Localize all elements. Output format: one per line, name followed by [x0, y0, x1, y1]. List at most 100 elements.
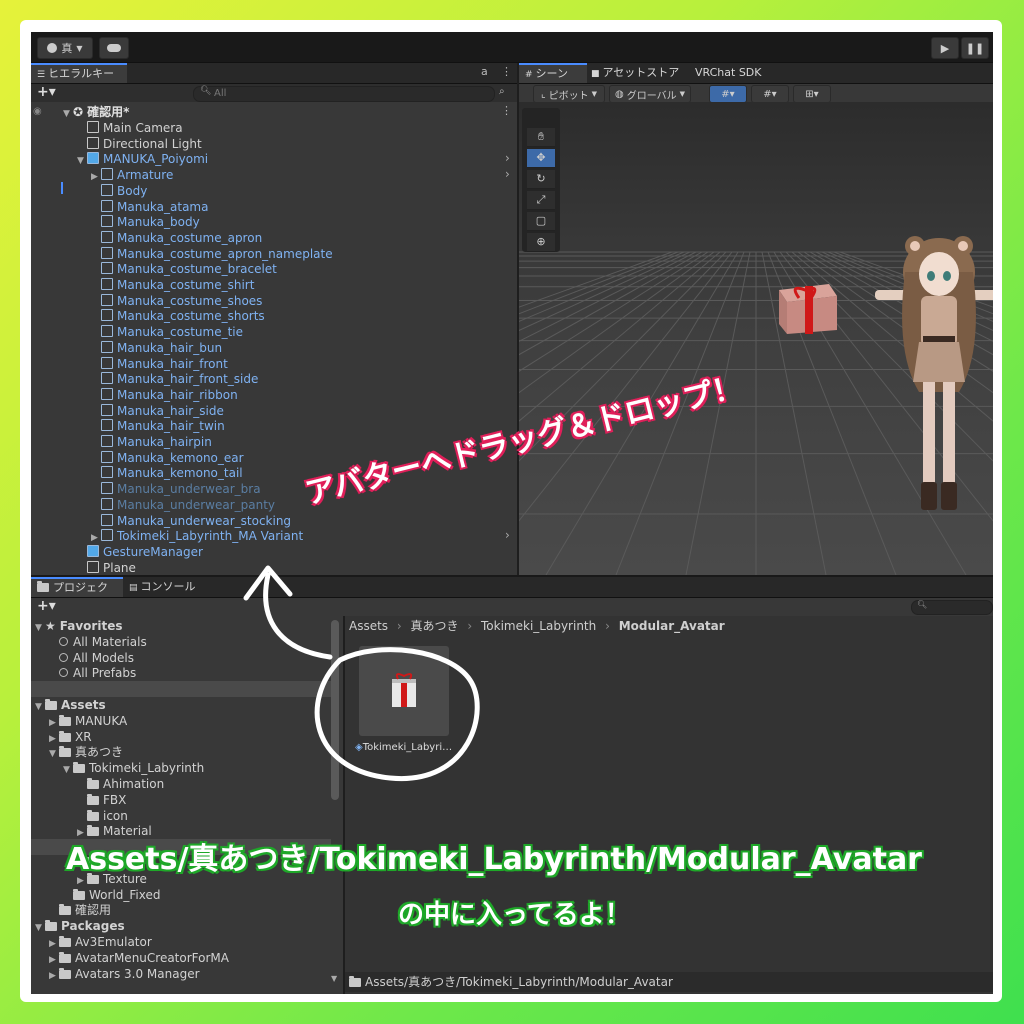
scene-menu-icon[interactable]: ⋮: [501, 104, 512, 117]
hierarchy-row[interactable]: GestureManager: [77, 544, 203, 560]
hierarchy-row[interactable]: Manuka_body: [91, 214, 200, 230]
hierarchy-row[interactable]: Manuka_costume_apron: [91, 230, 262, 246]
hierarchy-row[interactable]: ▶ Armature: [91, 167, 173, 183]
scroll-down-icon[interactable]: ▼: [331, 974, 337, 983]
lock-icon[interactable]: a: [481, 65, 488, 78]
breadcrumb-item[interactable]: Tokimeki_Labyrinth: [481, 619, 596, 633]
tree-item[interactable]: icon: [77, 808, 128, 824]
tree-item[interactable]: ▼ ★ Favorites: [35, 618, 122, 634]
kebab-menu-icon[interactable]: ⋮: [501, 65, 512, 78]
tree-item[interactable]: ▼ Packages: [35, 918, 125, 934]
increment-snap-button[interactable]: #▾: [751, 85, 789, 103]
hierarchy-row[interactable]: Manuka_costume_shirt: [91, 277, 254, 293]
tab-scene[interactable]: # シーン: [519, 63, 587, 83]
tab-console[interactable]: ▤ コンソール: [123, 577, 202, 597]
ruler-button[interactable]: ⊞▾: [793, 85, 831, 103]
tree-item[interactable]: FBX: [77, 792, 126, 808]
project-search-input[interactable]: 🔍︎: [911, 600, 993, 615]
hierarchy-row[interactable]: Manuka_hair_front: [91, 356, 228, 372]
rect-tool-button[interactable]: ▢: [527, 212, 555, 231]
tree-item[interactable]: ▶ XR: [49, 729, 92, 745]
tree-item[interactable]: All Materials: [49, 634, 147, 650]
tree-row-selected[interactable]: [31, 681, 331, 698]
tab-hierarchy[interactable]: ☰ ヒエラルキー: [31, 63, 127, 83]
tree-scrollbar[interactable]: [331, 620, 339, 800]
hierarchy-row[interactable]: Manuka_hair_side: [91, 403, 224, 419]
rotate-tool-button[interactable]: ↻: [527, 170, 555, 189]
avatar-model[interactable]: [869, 232, 993, 532]
create-button[interactable]: +▾: [37, 598, 56, 614]
hierarchy-row[interactable]: Manuka_underwear_panty: [91, 497, 275, 513]
tab-vrchat-sdk[interactable]: VRChat SDK: [689, 63, 768, 83]
chevron-right-icon[interactable]: ›: [505, 151, 510, 165]
move-tool-button[interactable]: ✥: [527, 149, 555, 168]
cloud-button[interactable]: [99, 37, 129, 59]
scene-root-row[interactable]: ▼ ✪ 確認用*: [63, 104, 129, 120]
expand-right-icon[interactable]: ▶: [49, 968, 59, 984]
gift-box-object[interactable]: [769, 272, 849, 342]
grid-snap-button[interactable]: #▾: [709, 85, 747, 103]
hierarchy-row[interactable]: ▶ Tokimeki_Labyrinth_MA Variant: [91, 528, 303, 544]
expand-down-icon[interactable]: ▼: [35, 620, 45, 636]
hierarchy-row[interactable]: Manuka_underwear_stocking: [91, 513, 291, 529]
expand-down-icon[interactable]: ▼: [35, 920, 45, 936]
breadcrumb-item[interactable]: Assets: [349, 619, 388, 633]
prefab-asset-tile[interactable]: [359, 646, 449, 736]
hierarchy-row[interactable]: Manuka_hairpin: [91, 434, 212, 450]
hierarchy-row[interactable]: Manuka_costume_bracelet: [91, 261, 277, 277]
hierarchy-row[interactable]: Manuka_costume_tie: [91, 324, 243, 340]
hierarchy-row[interactable]: Main Camera: [77, 120, 183, 136]
chevron-right-icon[interactable]: ›: [505, 167, 510, 181]
tree-item[interactable]: ▶ AvatarMenuCreatorForMA: [49, 950, 229, 966]
hierarchy-row[interactable]: Manuka_atama: [91, 199, 208, 215]
scene-view[interactable]: ✋︎ ✥ ↻ ⤢ ▢ ⊕: [519, 102, 993, 575]
chevron-right-icon[interactable]: ›: [505, 528, 510, 542]
transform-tool-button[interactable]: ⊕: [527, 233, 555, 252]
hierarchy-row[interactable]: Manuka_hair_ribbon: [91, 387, 238, 403]
hierarchy-row[interactable]: Manuka_costume_shorts: [91, 308, 265, 324]
tab-project[interactable]: プロジェクト: [31, 577, 123, 612]
tree-item[interactable]: World_Fixed: [63, 887, 160, 903]
hierarchy-row[interactable]: Manuka_kemono_ear: [91, 450, 244, 466]
global-dropdown[interactable]: ◍ グローバル ▼: [609, 85, 691, 103]
tree-item[interactable]: Ahimation: [77, 776, 164, 792]
hierarchy-row[interactable]: ▼ MANUKA_Poiyomi: [77, 151, 208, 167]
scale-tool-button[interactable]: ⤢: [527, 191, 555, 210]
breadcrumb-item-current[interactable]: Modular_Avatar: [619, 619, 725, 633]
tree-item[interactable]: ▶ MANUKA: [49, 713, 127, 729]
tab-asset-store[interactable]: ■ アセットストア: [585, 63, 685, 83]
search-input[interactable]: 🔍︎ All: [193, 86, 495, 102]
expand-down-icon[interactable]: ▼: [77, 153, 87, 169]
hierarchy-row[interactable]: Manuka_hair_bun: [91, 340, 222, 356]
pivot-dropdown[interactable]: ⌞ ピボット ▼: [533, 85, 605, 103]
tree-item[interactable]: ▼ Tokimeki_Labyrinth: [63, 760, 204, 776]
visibility-eye-icon[interactable]: ◉: [33, 106, 42, 117]
play-button[interactable]: ▶: [931, 37, 959, 59]
tree-item[interactable]: ▼ 真あつき: [49, 744, 123, 760]
tree-item[interactable]: 確認用: [49, 902, 111, 918]
breadcrumb-item[interactable]: 真あつき: [411, 619, 459, 633]
expand-down-icon[interactable]: ▼: [49, 746, 59, 762]
hierarchy-row[interactable]: Manuka_underwear_bra: [91, 481, 261, 497]
pause-button[interactable]: ❚❚: [961, 37, 989, 59]
gameobject-icon: [101, 466, 113, 479]
search-options-icon[interactable]: ⌕: [499, 86, 505, 97]
hierarchy-row[interactable]: Directional Light: [77, 136, 202, 152]
hierarchy-row[interactable]: Manuka_kemono_tail: [91, 465, 243, 481]
tree-item[interactable]: ▼ Assets: [35, 697, 106, 713]
hierarchy-row[interactable]: Manuka_costume_shoes: [91, 293, 262, 309]
account-dropdown[interactable]: 真 ▼: [37, 37, 93, 59]
hierarchy-row[interactable]: Plane: [77, 560, 136, 576]
tree-item[interactable]: All Prefabs: [49, 665, 136, 681]
add-button[interactable]: +▾: [37, 84, 56, 100]
expand-down-icon[interactable]: ▼: [63, 762, 73, 778]
hierarchy-row[interactable]: Manuka_costume_apron_nameplate: [91, 246, 333, 262]
tree-item[interactable]: ▶ Avatars 3.0 Manager: [49, 966, 200, 982]
hand-tool-button[interactable]: ✋︎: [527, 128, 555, 147]
hierarchy-row[interactable]: Manuka_hair_front_side: [91, 371, 258, 387]
hierarchy-row[interactable]: Manuka_hair_twin: [91, 418, 225, 434]
tree-item[interactable]: ▶ Av3Emulator: [49, 934, 152, 950]
hierarchy-row[interactable]: Body: [91, 183, 147, 199]
tree-item[interactable]: All Models: [49, 650, 134, 666]
expand-down-icon[interactable]: ▼: [35, 699, 45, 715]
